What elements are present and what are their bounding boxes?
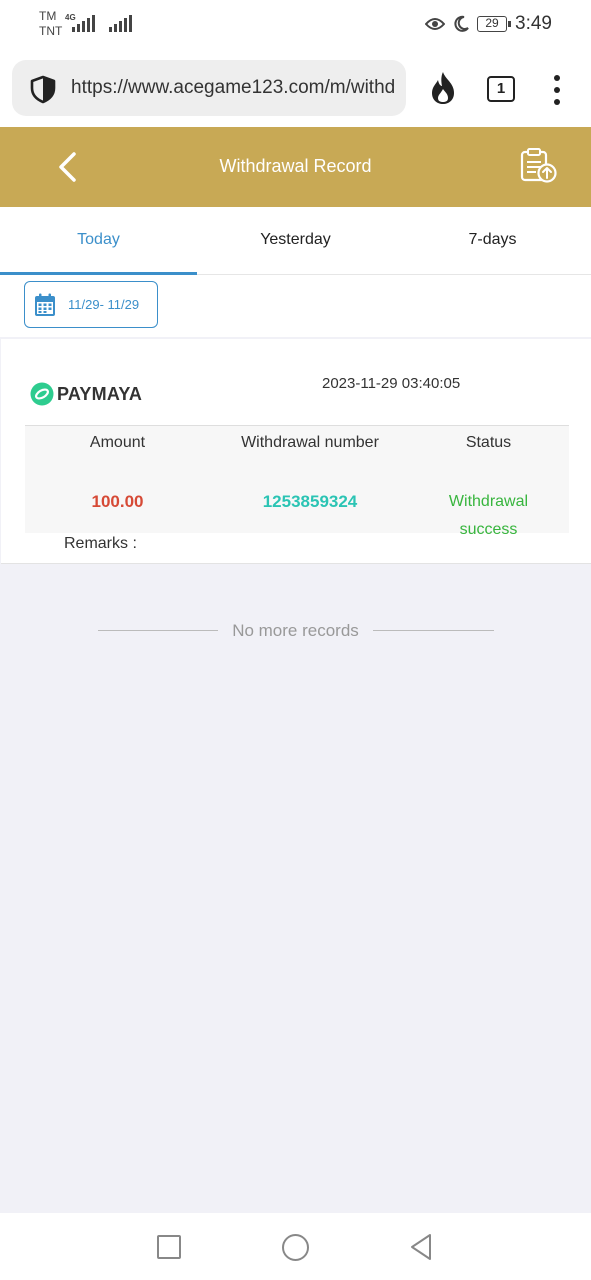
signal-icon bbox=[109, 14, 132, 32]
divider-right bbox=[373, 630, 494, 631]
record-details-table: Amount Withdrawal number Status 100.00 1… bbox=[25, 425, 569, 538]
status-line-1: Withdrawal bbox=[448, 493, 529, 510]
battery-indicator: 29 bbox=[477, 16, 512, 32]
page-title: Withdrawal Record bbox=[219, 156, 372, 176]
flame-icon[interactable] bbox=[428, 70, 458, 106]
carrier-1: TM bbox=[39, 9, 57, 23]
back-button[interactable] bbox=[408, 1232, 434, 1262]
payment-method: PAYMAYA bbox=[29, 381, 142, 407]
period-tabs: Today Yesterday 7-days bbox=[0, 207, 591, 275]
remarks-label: Remarks : bbox=[64, 535, 137, 552]
home-button[interactable] bbox=[282, 1234, 309, 1261]
amount-header: Amount bbox=[89, 434, 146, 451]
withdrawal-record-card: PAYMAYA 2023-11-29 03:40:05 Amount Withd… bbox=[1, 339, 591, 564]
tab-switcher-button[interactable]: 1 bbox=[487, 76, 515, 102]
status-value: Withdrawal success bbox=[425, 488, 552, 544]
moon-icon bbox=[454, 15, 469, 32]
carrier-2: TNT bbox=[39, 24, 63, 38]
status-bar: TM TNT 4G 29 3:49 bbox=[0, 0, 591, 52]
no-more-records-text: No more records bbox=[232, 621, 359, 640]
status-header: Status bbox=[465, 434, 512, 451]
carrier-labels: TM TNT bbox=[39, 9, 62, 39]
app-header: Withdrawal Record bbox=[0, 127, 591, 207]
clipboard-upload-icon[interactable] bbox=[518, 147, 560, 185]
tab-yesterday[interactable]: Yesterday bbox=[197, 207, 394, 274]
clock: 3:49 bbox=[515, 13, 552, 34]
date-range-button[interactable]: 11/29- 11/29 bbox=[24, 281, 158, 328]
amount-value: 100.00 bbox=[91, 492, 144, 511]
calendar-icon bbox=[35, 293, 55, 316]
payment-method-name: PAYMAYA bbox=[57, 383, 143, 404]
signal-icon bbox=[72, 14, 95, 32]
system-nav-bar bbox=[0, 1213, 591, 1280]
paymaya-logo-icon bbox=[30, 382, 54, 406]
recents-button[interactable] bbox=[157, 1235, 181, 1259]
browser-toolbar: https://www.acegame123.com/m/withdrawal … bbox=[0, 52, 591, 127]
more-vert-icon[interactable] bbox=[554, 75, 560, 105]
tab-7-days[interactable]: 7-days bbox=[394, 207, 591, 274]
no-more-records: No more records bbox=[0, 618, 591, 644]
date-filter-row: 11/29- 11/29 bbox=[0, 275, 591, 337]
record-datetime: 2023-11-29 03:40:05 bbox=[322, 375, 461, 392]
withdrawal-number-value: 1253859324 bbox=[262, 492, 358, 511]
tab-today[interactable]: Today bbox=[0, 207, 197, 275]
withdrawal-number-header: Withdrawal number bbox=[241, 434, 379, 451]
address-bar[interactable]: https://www.acegame123.com/m/withdrawal bbox=[12, 60, 406, 116]
eye-comfort-icon bbox=[425, 18, 446, 30]
status-right: 29 3:49 bbox=[425, 13, 552, 35]
date-range-text: 11/29- 11/29 bbox=[68, 297, 140, 312]
status-line-2: success bbox=[459, 521, 518, 538]
shield-icon[interactable] bbox=[28, 74, 58, 104]
url-text[interactable]: https://www.acegame123.com/m/withdrawal bbox=[71, 77, 396, 99]
